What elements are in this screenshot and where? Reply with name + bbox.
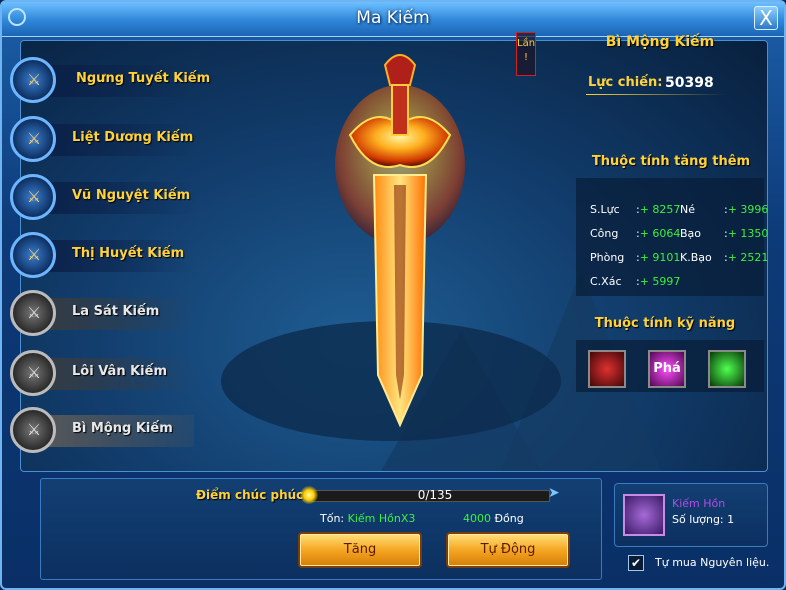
stat-key: Né: [680, 203, 695, 216]
green-swirl-icon[interactable]: [708, 350, 746, 388]
cost-gold-unit: Đồng: [494, 512, 524, 525]
material-quantity: Số lượng: 1: [672, 513, 735, 526]
cost-line: Tốn: Kiếm HồnX3: [320, 512, 415, 525]
sword-icon: ⚔: [26, 420, 42, 439]
auto-buy-label: Tự mua Nguyên liệu.: [655, 556, 770, 569]
upgrade-button[interactable]: Tăng: [298, 532, 422, 568]
kiem-hon-icon[interactable]: [623, 494, 665, 536]
bless-progress-text: 0/135: [417, 488, 453, 502]
sword-item-label: Liệt Dương Kiếm: [72, 130, 194, 145]
power-label: Lực chiến:: [588, 75, 663, 90]
blood-slash-icon[interactable]: [588, 350, 626, 388]
sword-item-loi-van-kiem[interactable]: ⚔ Lôi Vân Kiếm: [6, 348, 196, 400]
stat-row: K.Bạo: [680, 251, 712, 264]
sword-icon: ⚔: [26, 363, 42, 382]
stat-key: K.Bạo: [680, 251, 712, 264]
stat-value: :+ 1350: [724, 227, 769, 240]
stat-value: :+ 3996: [724, 203, 769, 216]
sword-item-label: Lôi Vân Kiếm: [72, 364, 167, 379]
cost-label: Tốn:: [320, 512, 345, 525]
sword-item-label: Bì Mộng Kiếm: [72, 421, 173, 436]
sword-item-bi-mong-kiem[interactable]: ⚔ Bì Mộng Kiếm: [6, 405, 196, 457]
sword-medal-icon: ⚔: [10, 232, 56, 278]
stat-value: :+ 5997: [636, 275, 681, 288]
cost-gold: 4000 Đồng: [463, 512, 524, 525]
stat-row: Công: [590, 227, 618, 240]
lan-badge[interactable]: Lần !: [516, 32, 536, 76]
pha-icon-label: Phá: [653, 361, 681, 376]
sword-item-thi-huyet-kiem[interactable]: ⚔ Thị Huyết Kiếm: [6, 230, 196, 282]
window-title: Ma Kiếm: [356, 8, 430, 28]
sword-medal-icon: ⚔: [10, 116, 56, 162]
pha-icon[interactable]: Phá: [648, 350, 686, 388]
lan-badge-text: Lần !: [517, 38, 536, 63]
sword-medal-icon: ⚔: [10, 350, 56, 396]
sword-icon: ⚔: [26, 245, 42, 264]
divider: [586, 94, 726, 95]
stat-value: :+ 8257: [636, 203, 681, 216]
stat-value: :+ 2521: [724, 251, 769, 264]
stat-key: Công: [590, 227, 619, 240]
stat-row: Bạo: [680, 227, 701, 240]
stat-value: :+ 6064: [636, 227, 681, 240]
sword-medal-icon: ⚔: [10, 57, 56, 103]
sword-item-label: Thị Huyết Kiếm: [72, 246, 185, 261]
bonus-attributes-title: Thuộc tính tăng thêm: [591, 154, 751, 169]
sword-item-liet-duong-kiem[interactable]: ⚔ Liệt Dương Kiếm: [6, 114, 196, 166]
flaming-sword-image: [335, 54, 465, 428]
cost-item: Kiếm HồnX3: [347, 512, 416, 525]
stat-row: Phòng: [590, 251, 624, 264]
power-value: 50398: [665, 75, 714, 91]
title-bar[interactable]: Ma Kiếm X: [2, 2, 784, 37]
stat-row: Né: [680, 203, 695, 216]
stat-key: C.Xác: [590, 275, 622, 288]
sword-item-la-sat-kiem[interactable]: ⚔ La Sát Kiếm: [6, 288, 196, 340]
sword-icon: ⚔: [26, 129, 42, 148]
sword-item-ngung-tuyet-kiem[interactable]: ⚔ Ngưng Tuyết Kiếm: [6, 55, 210, 107]
sword-icon: ⚔: [26, 187, 42, 206]
stat-key: Phòng: [590, 251, 625, 264]
sword-item-label: La Sát Kiếm: [72, 304, 160, 319]
auto-buy-checkbox[interactable]: ✔: [628, 555, 644, 571]
stat-value: :+ 9101: [636, 251, 681, 264]
bless-label: Điểm chúc phúc:: [196, 488, 309, 502]
auto-button[interactable]: Tự Động: [446, 532, 570, 568]
stat-row: C.Xác: [590, 275, 622, 288]
sword-icon: ⚔: [26, 70, 42, 89]
sword-item-label: Ngưng Tuyết Kiếm: [76, 71, 211, 86]
stat-key: Bạo: [680, 227, 702, 240]
sword-item-vu-nguyet-kiem[interactable]: ⚔ Vũ Nguyệt Kiếm: [6, 172, 196, 224]
selected-sword-name: Bì Mộng Kiếm: [605, 34, 715, 50]
sword-medal-icon: ⚔: [10, 407, 56, 453]
cost-gold-value: 4000: [463, 512, 491, 525]
stat-row: S.Lực: [590, 203, 620, 216]
arrow-icon: ➤: [548, 485, 560, 501]
stat-key: S.Lực: [590, 203, 620, 216]
skill-attributes-title: Thuộc tính kỹ năng: [594, 316, 736, 331]
sword-medal-icon: ⚔: [10, 290, 56, 336]
close-button[interactable]: X: [754, 6, 778, 30]
sword-item-label: Vũ Nguyệt Kiếm: [72, 188, 191, 203]
sword-icon: ⚔: [26, 303, 42, 322]
sword-medal-icon: ⚔: [10, 174, 56, 220]
material-name: Kiếm Hồn: [672, 497, 726, 510]
